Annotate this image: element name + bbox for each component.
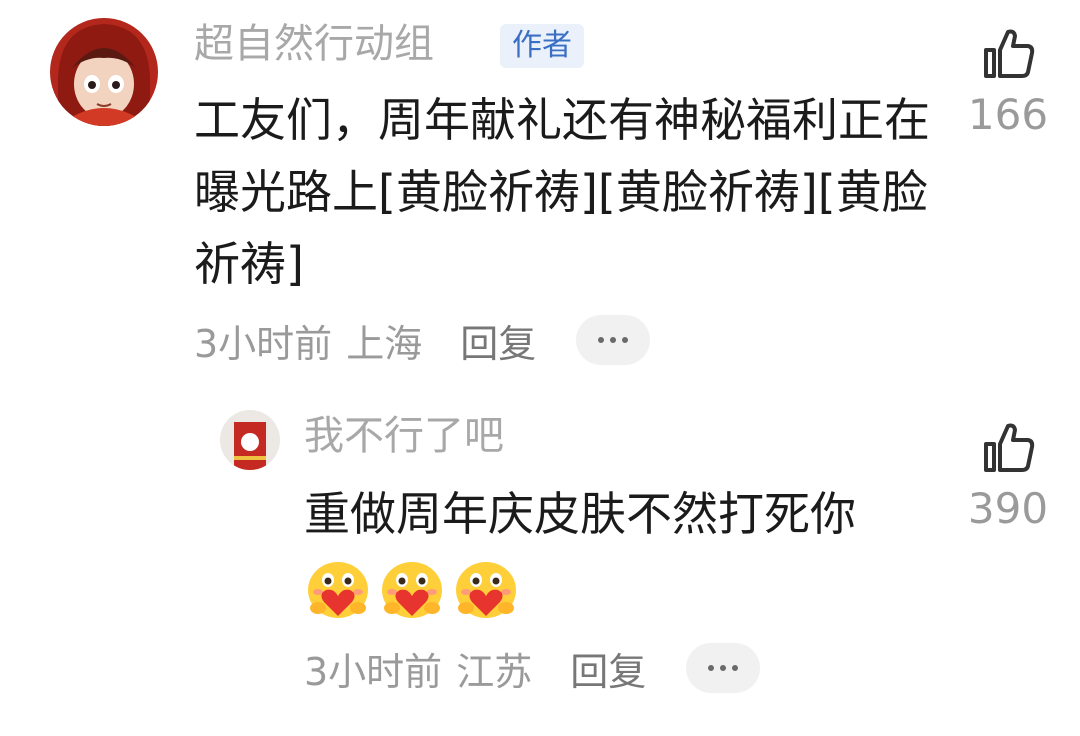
location: 上海 xyxy=(346,321,423,366)
thumbs-up-icon xyxy=(984,29,1035,78)
comment-text: 工友们，周年献礼还有神秘福利正在曝光路上[黄脸祈祷][黄脸祈祷][黄脸祈祷] xyxy=(194,93,930,291)
like-button[interactable]: 390 xyxy=(958,418,1058,530)
avatar[interactable] xyxy=(220,410,280,470)
reply-button[interactable]: 回复 xyxy=(570,641,646,696)
like-button[interactable]: 166 xyxy=(958,24,1058,136)
timestamp: 3小时前 xyxy=(194,321,333,366)
comment-text-content: 重做周年庆皮肤不然打死你 xyxy=(304,487,856,541)
reply-button[interactable]: 回复 xyxy=(460,313,536,368)
comment-meta: 3小时前 江苏 回复 xyxy=(304,640,761,696)
more-button[interactable] xyxy=(576,315,651,365)
more-dots-icon xyxy=(708,665,715,671)
heart-hug-emoji xyxy=(308,561,368,618)
author-badge: 作者 xyxy=(500,24,584,68)
username[interactable]: 超自然行动组 xyxy=(194,24,434,64)
thumbs-up-icon xyxy=(984,423,1035,472)
more-dots-icon xyxy=(598,337,605,343)
comment-meta: 3小时前 上海 回复 xyxy=(194,312,651,368)
username[interactable]: 我不行了吧 xyxy=(304,416,504,456)
like-count: 166 xyxy=(967,90,1049,139)
avatar[interactable] xyxy=(50,18,158,126)
timestamp: 3小时前 xyxy=(304,649,443,694)
like-count: 390 xyxy=(967,484,1049,533)
location: 江苏 xyxy=(456,649,533,694)
more-button[interactable] xyxy=(686,643,761,693)
heart-hug-emoji xyxy=(382,561,442,618)
heart-hug-emoji xyxy=(456,561,516,618)
comment-text: 重做周年庆皮肤不然打死你 xyxy=(304,478,944,622)
